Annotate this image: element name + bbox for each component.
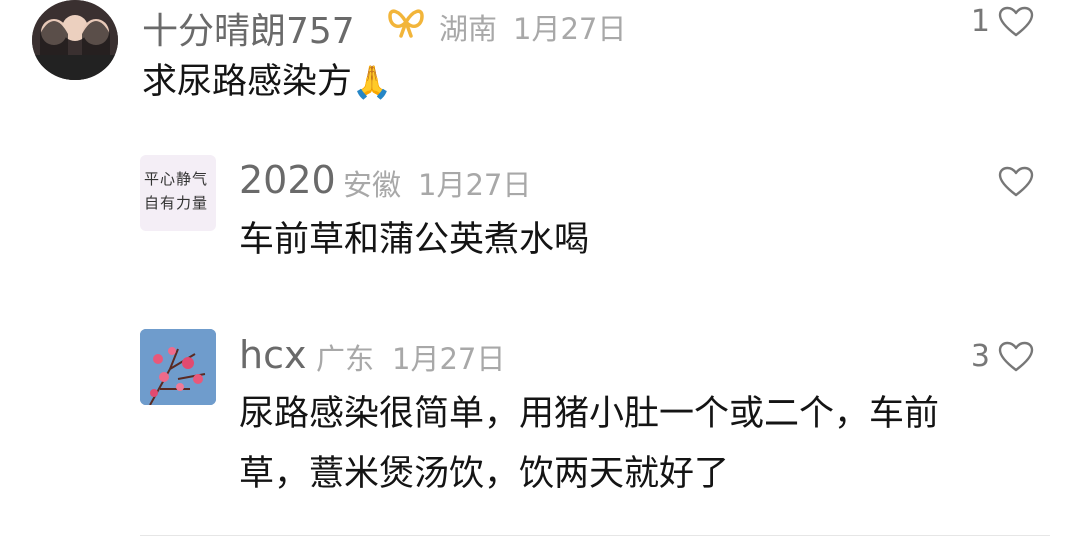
location: 安徽 — [343, 168, 402, 202]
avatar-text: 平心静气 — [144, 170, 209, 188]
avatar[interactable] — [32, 0, 118, 80]
reply-text-line: 草，薏米煲汤饮，饮两天就好了 — [239, 454, 730, 494]
timestamp: 1月27日 — [513, 12, 627, 46]
comment-text-content: 求尿路感染方 — [142, 62, 353, 102]
avatar-text: 自有力量 — [144, 194, 209, 212]
like-button[interactable]: 1 — [971, 4, 1034, 39]
username[interactable]: hcx — [239, 333, 306, 377]
like-count: 3 — [970, 339, 990, 374]
username[interactable]: 2020 — [239, 158, 336, 202]
like-count: 1 — [970, 4, 990, 39]
ribbon-badge-icon — [387, 6, 425, 42]
divider — [140, 535, 1050, 536]
username[interactable]: 十分晴朗757 — [142, 2, 355, 54]
heart-icon — [998, 341, 1034, 373]
reply-text[interactable]: 车前草和蒲公英煮水喝 — [239, 210, 589, 270]
location: 湖南 — [439, 12, 498, 46]
like-button[interactable]: 3 — [971, 339, 1034, 374]
comment-text[interactable]: 求尿路感染方🙏 — [142, 52, 392, 112]
reply-text[interactable]: 尿路感染很简单，用猪小肚一个或二个，车前 草，薏米煲汤饮，饮两天就好了 — [239, 384, 1059, 504]
heart-icon — [998, 6, 1034, 38]
timestamp: 1月27日 — [392, 342, 506, 376]
avatar[interactable]: 平心静气 自有力量 — [140, 155, 216, 231]
heart-icon — [998, 166, 1034, 198]
reply-text-line: 尿路感染很简单，用猪小肚一个或二个，车前 — [239, 394, 940, 434]
timestamp: 1月27日 — [418, 168, 532, 202]
location: 广东 — [316, 342, 375, 376]
pray-emoji: 🙏 — [352, 63, 392, 101]
avatar[interactable] — [140, 329, 216, 405]
like-button[interactable] — [998, 166, 1034, 198]
